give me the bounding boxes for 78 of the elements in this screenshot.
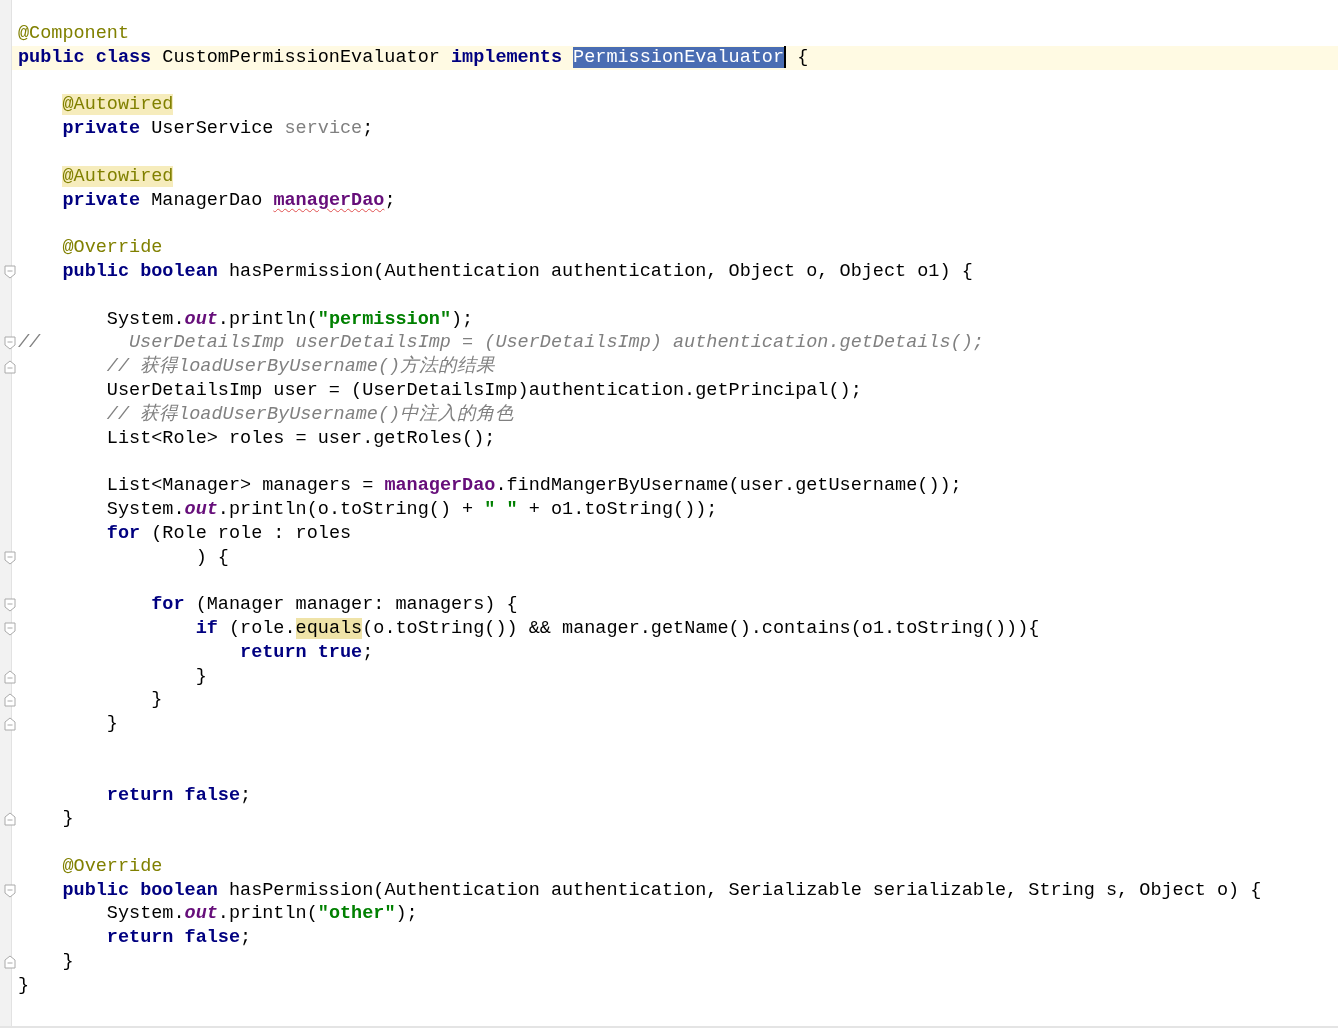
string-literal: "other": [317, 903, 396, 925]
code-text: .println(: [217, 903, 318, 925]
code-text: List<Manager> managers =: [106, 475, 375, 497]
code-text: );: [451, 308, 474, 330]
static-field: out: [184, 308, 218, 330]
code-text: UserDetailsImp user = (UserDetailsImp)authentication.getPrincipal();: [106, 379, 862, 401]
code-text: ;: [240, 784, 252, 806]
fold-icon[interactable]: [4, 264, 16, 279]
annotation: @Autowired: [62, 94, 174, 116]
field-name: service: [284, 118, 363, 140]
code-keyword: return false: [106, 927, 241, 949]
code-text: System.: [106, 498, 185, 520]
code-text: List<Role> roles = user.getRoles();: [106, 427, 496, 449]
fold-icon[interactable]: [4, 717, 16, 732]
fold-icon[interactable]: [4, 360, 16, 375]
code-text: ;: [384, 189, 396, 211]
fold-icon[interactable]: [4, 955, 16, 970]
fold-icon[interactable]: [4, 621, 16, 636]
code-text: }: [151, 689, 163, 711]
code-text: ;: [240, 927, 252, 949]
string-literal: "permission": [317, 308, 451, 330]
fold-icon[interactable]: [4, 693, 16, 708]
code-keyword: return false: [106, 784, 241, 806]
code-keyword: public class: [18, 46, 153, 68]
code-text: );: [395, 903, 418, 925]
code-keyword: implements: [451, 46, 563, 68]
code-text: .println(o.toString() +: [217, 498, 475, 520]
code-text: + o1.toString());: [528, 498, 718, 520]
code-keyword: public boolean: [62, 260, 219, 282]
code-keyword: private: [62, 118, 142, 140]
code-keyword: private: [62, 189, 142, 211]
code-text: ManagerDao: [151, 189, 264, 211]
fold-icon[interactable]: [4, 883, 16, 898]
code-text: }: [62, 808, 74, 830]
code-text: (Role role : roles: [151, 522, 352, 544]
code-text: UserService: [151, 118, 275, 140]
code-text: }: [106, 713, 118, 735]
annotation: @Override: [62, 855, 163, 877]
field-name: managerDao: [273, 189, 385, 211]
code-text: CustomPermissionEvaluator: [162, 46, 441, 68]
code-text: ;: [362, 641, 374, 663]
selected-text: PermissionEvaluator: [573, 46, 785, 68]
field-name: managerDao: [384, 475, 496, 497]
code-keyword: for: [151, 594, 186, 616]
code-text: .findMangerByUsername(user.getUsername());: [495, 475, 962, 497]
code-text: (Manager manager: managers) {: [195, 594, 518, 616]
code-text: }: [18, 974, 30, 996]
code-text: hasPermission(Authentication authentication, Serializable serializable, String s, Object o) {: [228, 879, 1262, 901]
static-field: out: [184, 498, 218, 520]
code-text: System.: [106, 308, 185, 330]
annotation: @Component: [18, 23, 130, 44]
code-text: (role.: [228, 617, 296, 639]
code-text: }: [195, 665, 207, 687]
annotation: @Override: [62, 237, 163, 259]
string-literal: " ": [484, 498, 518, 520]
annotation: @Autowired: [62, 165, 174, 187]
code-comment: // UserDetailsImp userDetailsImp = (UserDetailsImp) authentication.getDetails();: [18, 332, 984, 354]
code-keyword: public boolean: [62, 879, 219, 901]
fold-icon[interactable]: [4, 669, 16, 684]
code-text: }: [62, 951, 74, 973]
code-text: hasPermission(Authentication authentication, Object o, Object o1) {: [228, 260, 973, 282]
fold-icon[interactable]: [4, 550, 16, 565]
highlighted-text: equals: [295, 617, 363, 639]
code-text: ) {: [195, 546, 229, 568]
code-keyword: return true: [240, 641, 363, 663]
fold-icon[interactable]: [4, 598, 16, 613]
code-text: .println(: [217, 308, 318, 330]
code-text: (o.toString()) && manager.getName().contains(o1.toString())){: [362, 617, 1040, 639]
code-comment: // 获得loadUserByUsername()中注入的角色: [106, 403, 515, 425]
code-keyword: for: [106, 522, 142, 544]
code-comment: // 获得loadUserByUsername()方法的结果: [106, 356, 496, 378]
fold-icon[interactable]: [4, 812, 16, 827]
code-text: ;: [362, 118, 374, 140]
code-text: {: [797, 46, 809, 68]
static-field: out: [184, 903, 218, 925]
code-keyword: if: [195, 617, 219, 639]
code-text: System.: [106, 903, 185, 925]
fold-icon[interactable]: [4, 336, 16, 351]
